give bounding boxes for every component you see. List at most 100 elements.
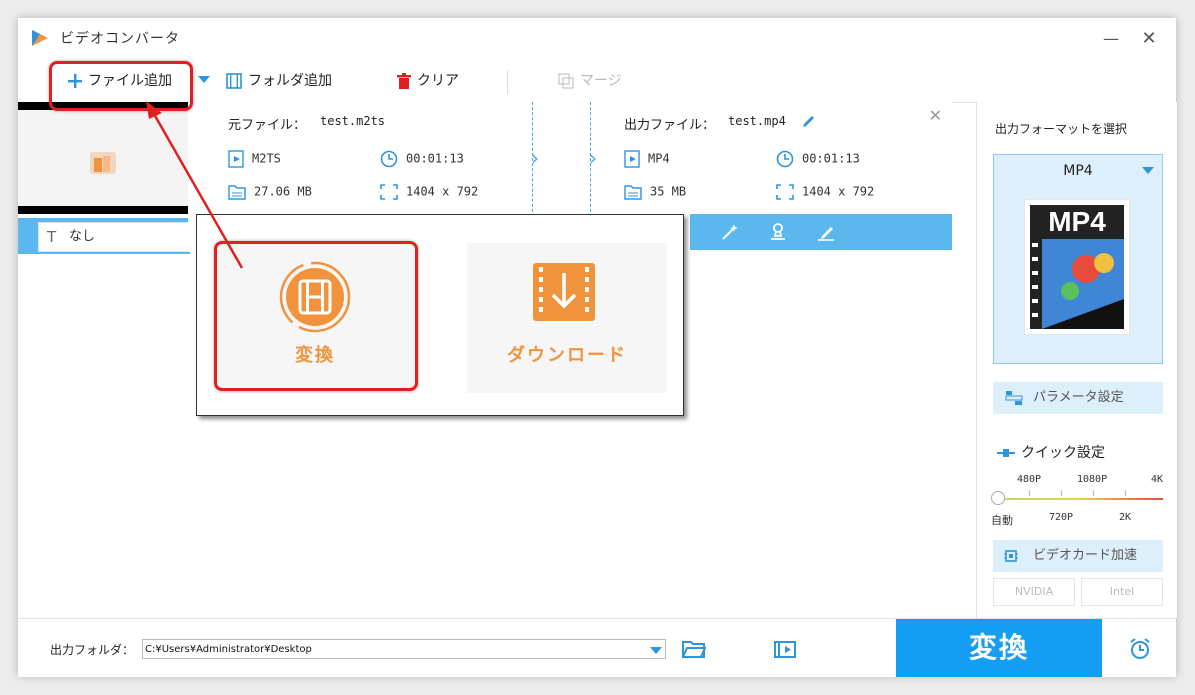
video-file-icon [228, 150, 244, 168]
intel-label: Intel [1109, 585, 1135, 598]
output-size-value: 35 MB [650, 184, 687, 199]
nvidia-chip[interactable]: NVIDIA [993, 578, 1075, 606]
edit-toolbar [690, 214, 952, 250]
open-folder-icon[interactable] [682, 639, 706, 659]
format-selector[interactable]: MP4 MP4 [993, 154, 1163, 364]
parameter-settings-button[interactable]: パラメータ設定 [993, 382, 1163, 414]
quality-slider-knob[interactable] [991, 491, 1005, 505]
video-preview-icon[interactable] [774, 639, 798, 659]
pencil-icon[interactable] [802, 114, 816, 128]
highlight-convert-tile [214, 241, 418, 391]
video-file-icon [624, 150, 640, 168]
merge-button[interactable]: マージ [558, 60, 622, 102]
quick-slider-icon [997, 449, 1015, 457]
quality-2k: 2K [1119, 512, 1132, 523]
video-preview-icon [90, 152, 116, 174]
merge-label: マージ [580, 73, 622, 89]
subtitle-select[interactable]: T なし [38, 222, 192, 252]
download-mode-tile[interactable]: ダウンロード [467, 243, 667, 393]
download-film-icon [533, 263, 595, 321]
source-file-label: 元ファイル： [228, 118, 307, 133]
chevron-down-icon[interactable] [650, 647, 662, 654]
app-window: ビデオコンバータ — ✕ ファイル追加 フォルダ追加 クリア マージ T なし … [18, 18, 1177, 677]
parameter-settings-label: パラメータ設定 [1033, 390, 1124, 405]
source-size-value: 27.06 MB [254, 184, 312, 199]
clear-button[interactable]: クリア [397, 60, 459, 102]
source-duration: 00:01:13 [380, 150, 464, 168]
resolution-icon [776, 184, 794, 200]
merge-icon [558, 73, 574, 89]
quality-480p: 480P [1017, 474, 1042, 485]
gpu-acceleration-label: ビデオカード加速 [1033, 548, 1138, 563]
clock-icon [380, 150, 398, 168]
output-format-panel: 出力フォーマットを選択 MP4 MP4 パラメータ設定 クイック設定 480P [976, 102, 1177, 618]
output-format: MP4 [624, 150, 670, 168]
arrow-right-icon: › [531, 146, 539, 170]
output-resolution: 1404 x 792 [776, 184, 874, 200]
quality-4k: 4K [1151, 474, 1164, 485]
quality-1080p: 1080P [1077, 474, 1108, 485]
remove-file-icon[interactable]: ✕ [929, 106, 942, 125]
add-file-dropdown[interactable] [198, 76, 216, 84]
toolbar-divider [507, 70, 508, 94]
chevron-down-icon [1142, 167, 1154, 174]
source-format: M2TS [228, 150, 281, 168]
slider-tick [1029, 490, 1030, 496]
text-icon: T [47, 228, 57, 246]
watermark-stamp-icon[interactable] [768, 222, 788, 242]
source-duration-value: 00:01:13 [406, 151, 464, 166]
slider-tick [1061, 490, 1062, 496]
convert-button[interactable]: 変換 [896, 619, 1102, 677]
quick-settings-title: クイック設定 [997, 442, 1105, 462]
intel-chip[interactable]: Intel [1081, 578, 1163, 606]
quality-720p: 720P [1049, 512, 1074, 523]
download-mode-label: ダウンロード [507, 345, 627, 366]
trash-icon [397, 73, 411, 89]
format-name: MP4 [1063, 163, 1093, 179]
output-resolution-value: 1404 x 792 [802, 184, 875, 199]
chevron-down-icon [198, 76, 210, 83]
resolution-icon [380, 184, 398, 200]
magic-wand-icon[interactable] [720, 222, 740, 242]
output-folder-label: 出力フォルダ： [50, 643, 135, 657]
output-duration: 00:01:13 [776, 150, 860, 168]
quality-auto: 自動 [991, 514, 1013, 527]
slider-tick [1093, 490, 1094, 496]
edit-note-icon[interactable] [816, 222, 836, 242]
output-format-value: MP4 [648, 151, 670, 166]
folder-icon [228, 185, 246, 200]
source-size: 27.06 MB [228, 184, 312, 200]
add-folder-label: フォルダ追加 [248, 73, 332, 89]
divider-dashed-right [590, 102, 591, 212]
sliders-icon [1005, 391, 1023, 405]
film-folder-icon [226, 73, 242, 89]
video-thumbnail[interactable] [18, 102, 188, 214]
add-folder-button[interactable]: フォルダ追加 [226, 60, 332, 102]
app-logo-icon [32, 30, 48, 46]
nvidia-label: NVIDIA [1014, 585, 1054, 598]
title-bar: ビデオコンバータ — ✕ [18, 18, 1176, 60]
thumbnail-frame [18, 110, 188, 206]
output-duration-value: 00:01:13 [802, 151, 860, 166]
output-folder-input[interactable]: C:¥Users¥Administrator¥Desktop [142, 639, 666, 659]
minimize-button[interactable]: — [1096, 26, 1126, 52]
source-resolution: 1404 x 792 [380, 184, 478, 200]
slider-tick [1125, 490, 1126, 496]
bottom-bar: 出力フォルダ： C:¥Users¥Administrator¥Desktop 変… [18, 618, 1176, 677]
chip-icon [1004, 550, 1018, 562]
app-title: ビデオコンバータ [60, 31, 180, 47]
gpu-acceleration-button[interactable]: ビデオカード加速 [993, 540, 1163, 572]
mp4-icon-text: MP4 [1048, 206, 1106, 237]
close-window-button[interactable]: ✕ [1134, 26, 1164, 52]
highlight-add-file [49, 61, 193, 111]
source-resolution-value: 1404 x 792 [406, 184, 479, 199]
quality-slider-track[interactable] [997, 498, 1163, 500]
source-file-name: test.m2ts [320, 114, 386, 128]
mp4-format-icon: MP4 [1024, 199, 1130, 335]
output-file-name: test.mp4 [728, 114, 786, 128]
alarm-clock-icon[interactable] [1128, 637, 1152, 661]
clear-label: クリア [417, 73, 459, 89]
source-format-value: M2TS [252, 151, 281, 166]
output-size: 35 MB [624, 184, 686, 200]
output-file-label: 出力ファイル： [624, 118, 716, 133]
